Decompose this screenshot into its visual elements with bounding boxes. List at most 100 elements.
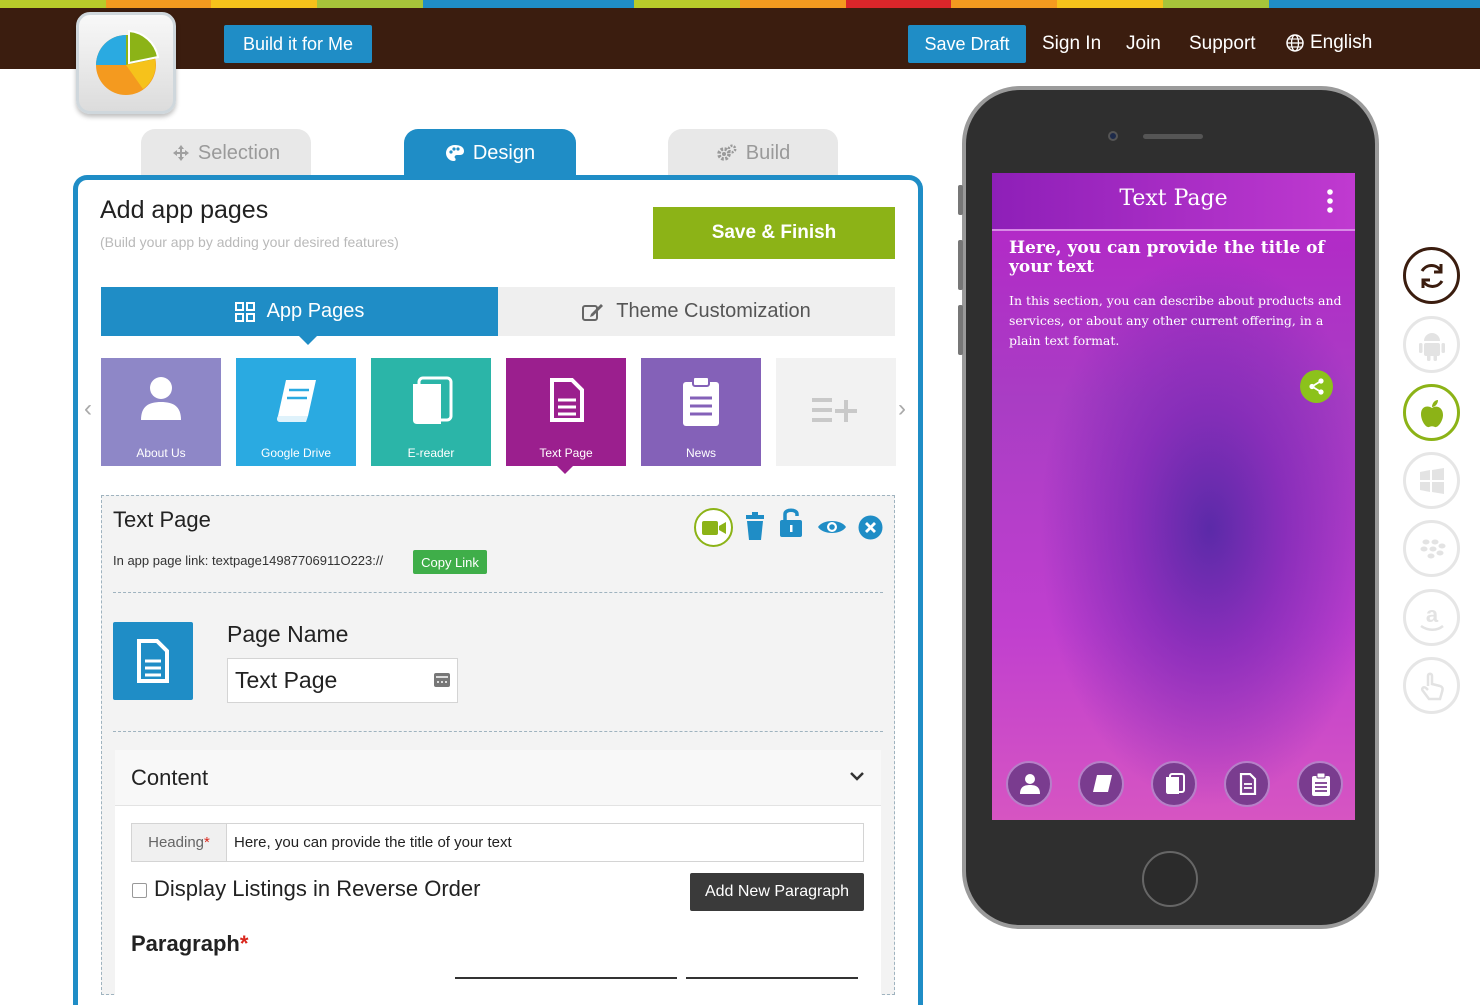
blackberry-platform-button[interactable] — [1403, 520, 1460, 577]
heading-label-text: Heading — [148, 834, 205, 851]
touch-platform-button[interactable] — [1403, 657, 1460, 714]
pages-icon — [1166, 773, 1185, 794]
document-icon — [1239, 773, 1257, 795]
paragraph-label-text: Paragraph — [131, 931, 240, 956]
top-color-stripe — [0, 0, 1480, 8]
sign-in-link[interactable]: Sign In — [1042, 33, 1101, 55]
share-button[interactable] — [1300, 370, 1333, 403]
page-name-input[interactable]: Text Page — [227, 658, 458, 703]
more-vertical-icon[interactable] — [1327, 188, 1333, 214]
blackberry-icon — [1420, 539, 1446, 559]
tab-build[interactable]: Build — [668, 129, 838, 177]
screen-body-text: In this section, you can describe about … — [1009, 293, 1342, 348]
windows-icon — [1420, 468, 1444, 494]
heading-input[interactable]: Here, you can provide the title of your … — [227, 824, 512, 861]
tile-label: Google Drive — [260, 446, 332, 460]
page-name-value: Text Page — [235, 667, 338, 693]
keyboard-icon — [434, 673, 450, 687]
editor-title: Text Page — [113, 507, 211, 532]
clipboard-icon — [1312, 773, 1330, 796]
screen-nav-about-us[interactable] — [1006, 761, 1052, 807]
tile-text-page[interactable]: Text Page — [506, 358, 626, 466]
unlock-icon[interactable] — [778, 506, 804, 538]
pages-icon — [413, 376, 453, 424]
svg-text:a: a — [1426, 604, 1439, 627]
stripe-segment — [845, 0, 952, 8]
panel-title: Add app pages — [100, 196, 269, 224]
tile-label: Text Page — [539, 446, 593, 460]
tiles-prev-arrow[interactable]: ‹ — [84, 395, 92, 423]
screen-title: Text Page — [1119, 186, 1228, 211]
page-icon-preview[interactable] — [113, 622, 193, 700]
book-icon — [1093, 775, 1112, 792]
phone-speaker — [1143, 134, 1203, 139]
video-button[interactable] — [694, 508, 733, 547]
palette-icon — [445, 145, 464, 161]
tile-google-drive[interactable]: Google Drive — [236, 358, 356, 466]
tile-label: About Us — [136, 446, 186, 460]
paragraph-label: Paragraph* — [131, 931, 248, 957]
amazon-icon: a — [1420, 604, 1444, 631]
phone-home-button — [1142, 851, 1198, 907]
tab-selection[interactable]: Selection — [141, 129, 311, 177]
screen-nav-news[interactable] — [1297, 761, 1343, 807]
reverse-order-checkbox[interactable] — [132, 883, 147, 898]
tab-selection-label: Selection — [197, 141, 281, 164]
heading-field[interactable]: Heading * Here, you can provide the title… — [131, 823, 864, 862]
tab-design[interactable]: Design — [404, 129, 576, 177]
tile-news[interactable]: News — [641, 358, 761, 466]
screen-nav-text-page[interactable] — [1224, 761, 1270, 807]
tile-label: E-reader — [407, 446, 455, 460]
person-icon — [141, 377, 181, 420]
support-link[interactable]: Support — [1189, 33, 1256, 55]
edit-icon — [582, 303, 604, 321]
language-selector[interactable]: English — [1286, 32, 1372, 54]
app-logo[interactable] — [76, 12, 176, 114]
refresh-preview-button[interactable] — [1403, 247, 1460, 304]
build-it-for-me-button[interactable]: Build it for Me — [224, 25, 372, 63]
share-icon — [1309, 378, 1324, 395]
required-asterisk: * — [239, 931, 249, 956]
save-draft-button[interactable]: Save Draft — [908, 25, 1026, 63]
chevron-down-icon[interactable] — [849, 770, 865, 782]
save-finish-button[interactable]: Save & Finish — [653, 207, 895, 259]
amazon-platform-button[interactable]: a — [1403, 589, 1460, 646]
tile-add-more[interactable] — [776, 358, 896, 466]
stripe-segment — [211, 0, 318, 8]
clipboard-icon — [683, 376, 719, 426]
pie-chart-logo-icon — [96, 29, 159, 95]
screen-nav-google-drive[interactable] — [1078, 761, 1124, 807]
heading-label: Heading * — [132, 824, 227, 861]
tiles-next-arrow[interactable]: › — [898, 395, 906, 423]
grid-icon — [234, 301, 255, 322]
subtab-app-pages[interactable]: App Pages — [101, 287, 498, 345]
stripe-segment — [528, 0, 635, 8]
screen-heading: Here, you can provide the title of your … — [1009, 238, 1325, 277]
stripe-segment — [951, 0, 1058, 8]
stripe-segment — [1374, 0, 1480, 8]
copy-link-button[interactable]: Copy Link — [413, 550, 487, 574]
windows-platform-button[interactable] — [1403, 452, 1460, 509]
globe-icon — [1286, 34, 1304, 52]
stripe-segment — [105, 0, 212, 8]
tile-e-reader[interactable]: E-reader — [371, 358, 491, 466]
join-link[interactable]: Join — [1126, 33, 1161, 55]
ios-platform-button[interactable] — [1403, 384, 1460, 441]
language-label: English — [1310, 32, 1373, 53]
eye-icon[interactable] — [817, 517, 847, 537]
subtab-theme-customization[interactable]: Theme Customization — [498, 287, 895, 336]
close-icon[interactable] — [858, 515, 883, 540]
trash-icon[interactable] — [744, 511, 766, 541]
screen-bottom-nav — [992, 761, 1355, 811]
add-new-paragraph-button[interactable]: Add New Paragraph — [690, 873, 864, 911]
screen-nav-e-reader[interactable] — [1151, 761, 1197, 807]
content-section-header[interactable] — [115, 750, 881, 806]
tab-design-label: Design — [472, 141, 536, 164]
android-platform-button[interactable] — [1403, 316, 1460, 373]
tile-about-us[interactable]: About Us — [101, 358, 221, 466]
tab-build-label: Build — [745, 141, 791, 164]
top-navigation-bar — [0, 8, 1480, 69]
stripe-segment — [317, 0, 423, 8]
toolbar-edge — [686, 977, 858, 979]
in-app-page-link: In app page link: textpage14987706911O22… — [113, 553, 384, 568]
